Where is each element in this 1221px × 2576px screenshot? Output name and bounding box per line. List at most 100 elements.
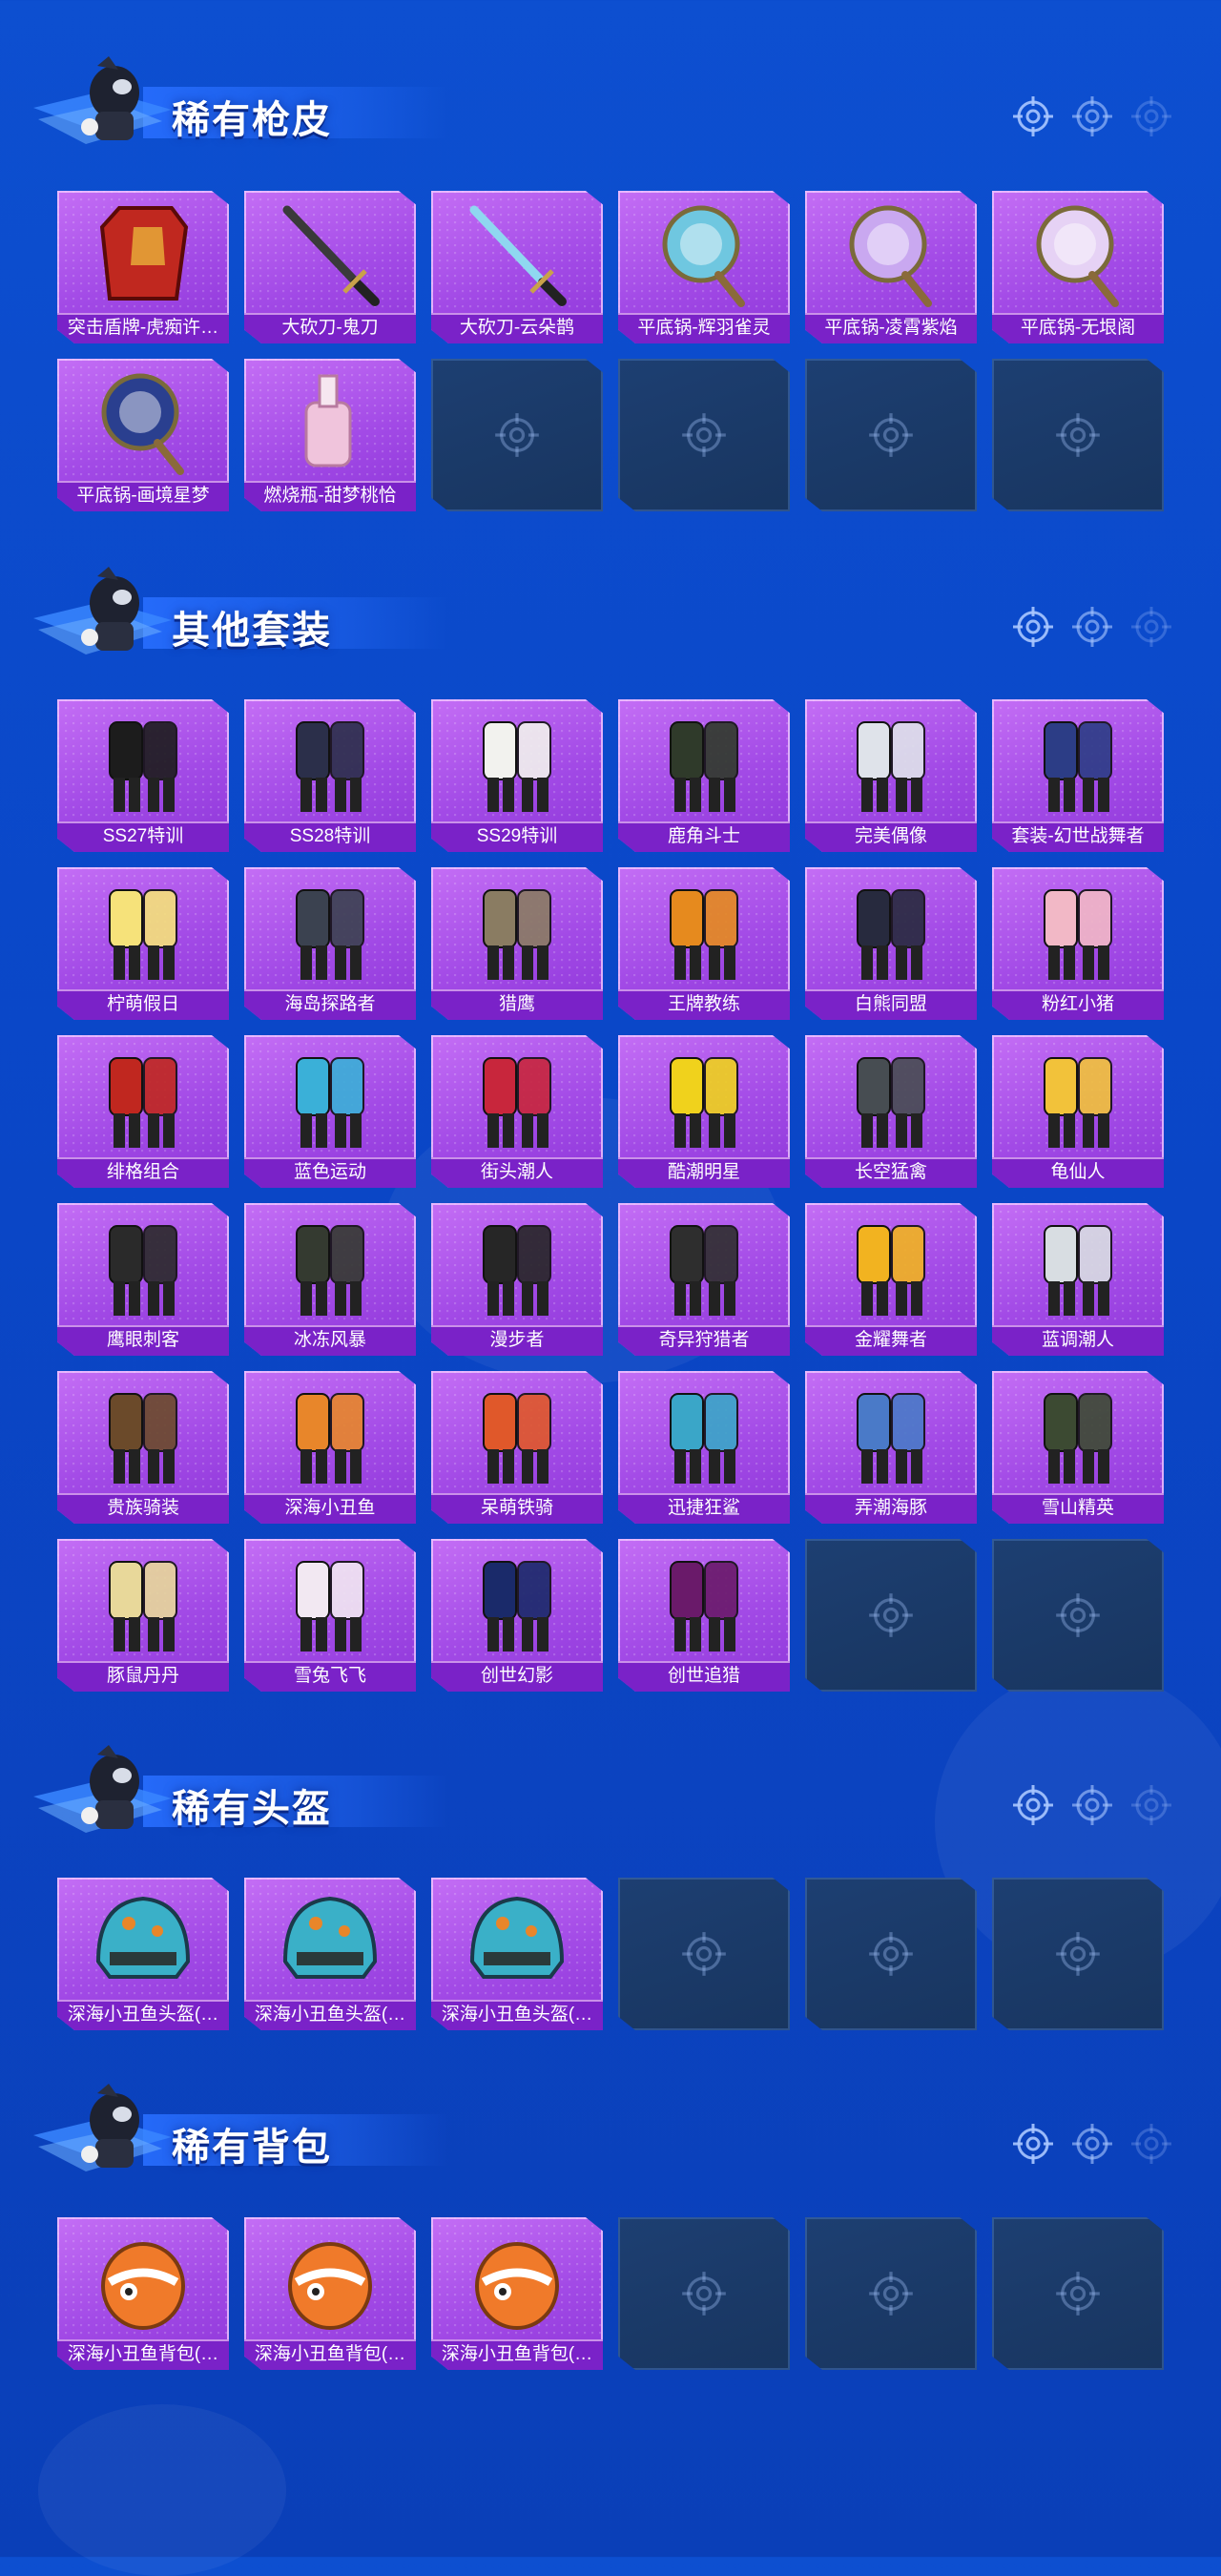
outfit-icon [857, 721, 925, 812]
outfit-icon [670, 1561, 738, 1652]
item-card[interactable]: SS28特训 [244, 699, 416, 852]
item-card[interactable]: 燃烧瓶-甜梦桃恰 [244, 359, 416, 511]
item-card[interactable]: 冰冻风暴 [244, 1203, 416, 1356]
empty-slot-crosshair-icon [869, 1932, 913, 1976]
item-card[interactable]: 长空猛禽 [805, 1035, 977, 1188]
item-card[interactable]: 深海小丑鱼 [244, 1371, 416, 1524]
section-header: 稀有背包 [29, 2080, 1173, 2185]
item-label: 创世幻影 [480, 1666, 553, 1686]
item-card[interactable]: 王牌教练 [618, 867, 790, 1020]
item-card[interactable]: 深海小丑鱼头盔(… [57, 1878, 229, 2030]
outfit-icon [670, 1225, 738, 1316]
item-card[interactable]: 白熊同盟 [805, 867, 977, 1020]
item-card[interactable]: 漫步者 [431, 1203, 603, 1356]
item-card[interactable]: 完美偶像 [805, 699, 977, 852]
empty-slot [992, 1539, 1164, 1692]
item-label: 鹿角斗士 [667, 826, 740, 846]
item-card[interactable]: 雪山精英 [992, 1371, 1164, 1524]
item-card[interactable]: 弄潮海豚 [805, 1371, 977, 1524]
item-label: 平底锅-画境星梦 [76, 486, 210, 506]
item-card[interactable]: 深海小丑鱼背包(… [57, 2217, 229, 2370]
empty-slot-crosshair-icon [1056, 1932, 1100, 1976]
crosshair-decoration [1011, 605, 1173, 649]
outfit-icon [109, 721, 177, 812]
item-card[interactable]: 绯格组合 [57, 1035, 229, 1188]
item-card[interactable]: 贵族骑装 [57, 1371, 229, 1524]
item-card[interactable]: 深海小丑鱼背包(… [431, 2217, 603, 2370]
empty-slot [992, 1878, 1164, 2030]
item-card[interactable]: 蓝调潮人 [992, 1203, 1164, 1356]
empty-slot [618, 2217, 790, 2370]
item-card[interactable]: 鹿角斗士 [618, 699, 790, 852]
item-card[interactable]: 套装-幻世战舞者 [992, 699, 1164, 852]
item-card[interactable]: 金耀舞者 [805, 1203, 977, 1356]
outfit-icon [483, 1057, 551, 1148]
outfit-icon [296, 1225, 364, 1316]
item-card[interactable]: 创世追猎 [618, 1539, 790, 1692]
item-card[interactable]: 平底锅-无垠阁 [992, 191, 1164, 343]
item-label: 长空猛禽 [854, 1162, 927, 1182]
item-label: 鹰眼刺客 [106, 1330, 179, 1350]
item-card[interactable]: 粉红小猪 [992, 867, 1164, 1020]
item-card[interactable]: 呆萌铁骑 [431, 1371, 603, 1524]
item-label: 深海小丑鱼头盔(… [67, 2005, 219, 2025]
item-card[interactable]: 深海小丑鱼头盔(… [431, 1878, 603, 2030]
outfit-icon [109, 1561, 177, 1652]
item-card[interactable]: SS29特训 [431, 699, 603, 852]
item-label: 突击盾牌-虎痴许… [67, 318, 219, 338]
item-label: 深海小丑鱼背包(… [254, 2344, 406, 2364]
outfit-icon [670, 1057, 738, 1148]
empty-slot-crosshair-icon [1056, 2272, 1100, 2316]
item-card[interactable]: 酷潮明星 [618, 1035, 790, 1188]
outfit-icon [857, 1393, 925, 1484]
item-card[interactable]: 雪兔飞飞 [244, 1539, 416, 1692]
item-card[interactable]: 平底锅-凌霄紫焰 [805, 191, 977, 343]
item-card[interactable]: 大砍刀-云朵鹊 [431, 191, 603, 343]
item-card[interactable]: 大砍刀-鬼刀 [244, 191, 416, 343]
outfit-icon [483, 889, 551, 980]
item-card[interactable]: 豚鼠丹丹 [57, 1539, 229, 1692]
empty-slot [805, 2217, 977, 2370]
empty-slot [805, 359, 977, 511]
item-label: 创世追猎 [667, 1666, 740, 1686]
section-title: 其他套装 [172, 610, 332, 652]
item-label: 奇异狩猎者 [658, 1330, 750, 1350]
item-label: 雪山精英 [1041, 1498, 1114, 1518]
item-label: 海岛探路者 [284, 994, 376, 1014]
item-card[interactable]: 平底锅-辉羽雀灵 [618, 191, 790, 343]
item-card[interactable]: 鹰眼刺客 [57, 1203, 229, 1356]
item-label: 蓝色运动 [293, 1162, 366, 1182]
backpack-icon [475, 2242, 559, 2330]
item-card[interactable]: 创世幻影 [431, 1539, 603, 1692]
section-header: 稀有头盔 [29, 1741, 1173, 1846]
empty-slot-crosshair-icon [869, 413, 913, 457]
item-card[interactable]: 突击盾牌-虎痴许… [57, 191, 229, 343]
item-card[interactable]: 海岛探路者 [244, 867, 416, 1020]
item-card[interactable]: 猎鹰 [431, 867, 603, 1020]
item-label: 绯格组合 [106, 1162, 179, 1182]
item-card[interactable]: 深海小丑鱼背包(… [244, 2217, 416, 2370]
item-label: 金耀舞者 [854, 1330, 927, 1350]
crosshair-decoration [1011, 2122, 1173, 2166]
item-card[interactable]: SS27特训 [57, 699, 229, 852]
item-card[interactable]: 深海小丑鱼头盔(… [244, 1878, 416, 2030]
item-label: 豚鼠丹丹 [106, 1666, 179, 1686]
crosshair-icon [1131, 1785, 1171, 1825]
empty-slot-crosshair-icon [869, 1593, 913, 1637]
item-card[interactable]: 奇异狩猎者 [618, 1203, 790, 1356]
item-card[interactable]: 龟仙人 [992, 1035, 1164, 1188]
empty-slot [431, 359, 603, 511]
item-label: 漫步者 [489, 1330, 545, 1350]
item-card[interactable]: 平底锅-画境星梦 [57, 359, 229, 511]
outfit-icon [857, 889, 925, 980]
empty-slot [805, 1878, 977, 2030]
crosshair-icon [1072, 607, 1112, 647]
item-card[interactable]: 蓝色运动 [244, 1035, 416, 1188]
item-label: 套装-幻世战舞者 [1011, 826, 1145, 846]
section-header: 其他套装 [29, 563, 1173, 668]
backpack-icon [101, 2242, 185, 2330]
item-card[interactable]: 街头潮人 [431, 1035, 603, 1188]
item-card[interactable]: 柠萌假日 [57, 867, 229, 1020]
item-card[interactable]: 迅捷狂鲨 [618, 1371, 790, 1524]
item-label: 平底锅-无垠阁 [1020, 318, 1136, 338]
